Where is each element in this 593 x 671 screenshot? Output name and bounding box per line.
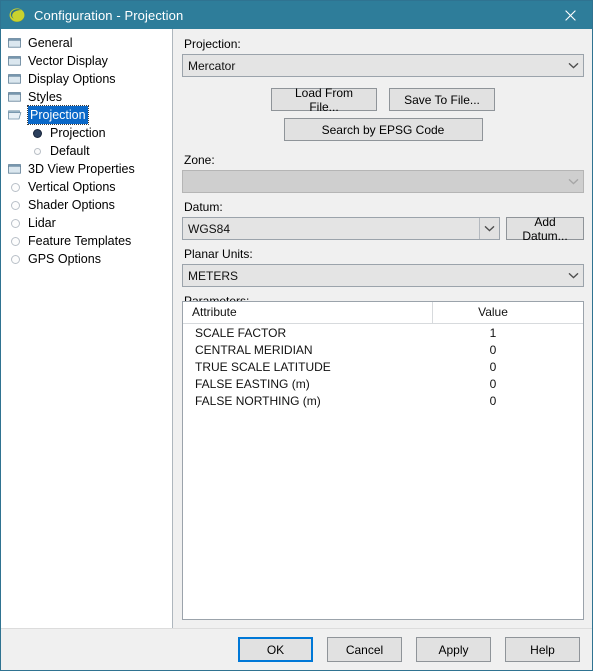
sidebar-item-lidar[interactable]: Lidar bbox=[1, 214, 172, 232]
title-bar: Configuration - Projection bbox=[1, 1, 592, 29]
chevron-down-icon bbox=[564, 171, 583, 192]
sidebar-item-label: Shader Options bbox=[28, 198, 115, 212]
sidebar-item-label: 3D View Properties bbox=[28, 162, 135, 176]
load-from-file-button[interactable]: Load From File... bbox=[271, 86, 377, 114]
zone-select[interactable] bbox=[182, 170, 584, 193]
settings-tree[interactable]: General Vector Display Display Options S… bbox=[1, 29, 173, 628]
folder-icon bbox=[7, 71, 23, 87]
circle-icon bbox=[7, 179, 23, 195]
sidebar-item-label: Display Options bbox=[28, 72, 116, 86]
folder-icon bbox=[7, 35, 23, 51]
planar-units-select[interactable]: METERS bbox=[182, 264, 584, 287]
sidebar-item-feature-templates[interactable]: Feature Templates bbox=[1, 232, 172, 250]
chevron-down-icon bbox=[564, 55, 583, 76]
sidebar-item-styles[interactable]: Styles bbox=[1, 88, 172, 106]
datum-label: Datum: bbox=[184, 200, 223, 214]
save-to-file-button[interactable]: Save To File... bbox=[389, 88, 495, 111]
planar-units-label: Planar Units: bbox=[184, 247, 253, 261]
cell-value: 0 bbox=[489, 393, 497, 408]
table-row[interactable]: FALSE EASTING (m) 0 bbox=[183, 375, 583, 392]
column-header-attribute[interactable]: Attribute bbox=[183, 302, 433, 323]
sidebar-item-vector-display[interactable]: Vector Display bbox=[1, 52, 172, 70]
globe-icon bbox=[8, 6, 26, 24]
table-row[interactable]: TRUE SCALE LATITUDE 0 bbox=[183, 358, 583, 375]
dialog-footer: OK Cancel Apply Help bbox=[1, 628, 592, 670]
zone-label: Zone: bbox=[184, 153, 215, 167]
table-row[interactable]: SCALE FACTOR 1 bbox=[183, 324, 583, 341]
folder-icon bbox=[7, 89, 23, 105]
cell-value: 1 bbox=[489, 325, 497, 340]
circle-icon bbox=[7, 251, 23, 267]
cell-attribute: CENTRAL MERIDIAN bbox=[195, 342, 313, 357]
cell-value: 0 bbox=[489, 342, 497, 357]
cell-attribute: TRUE SCALE LATITUDE bbox=[195, 359, 331, 374]
sidebar-item-gps-options[interactable]: GPS Options bbox=[1, 250, 172, 268]
datum-value: WGS84 bbox=[188, 221, 231, 236]
folder-open-icon bbox=[7, 107, 23, 123]
circle-icon bbox=[7, 215, 23, 231]
sidebar-item-label: Feature Templates bbox=[28, 234, 132, 248]
window-title: Configuration - Projection bbox=[34, 7, 184, 23]
sidebar-item-label: Projection bbox=[50, 126, 106, 140]
sidebar-item-label: Default bbox=[50, 144, 90, 158]
sidebar-item-vertical-options[interactable]: Vertical Options bbox=[1, 178, 172, 196]
circle-icon bbox=[7, 197, 23, 213]
folder-icon bbox=[7, 161, 23, 177]
sidebar-item-general[interactable]: General bbox=[1, 34, 172, 52]
radio-unselected-icon bbox=[29, 143, 45, 159]
cancel-button[interactable]: Cancel bbox=[327, 637, 402, 662]
projection-value: Mercator bbox=[188, 58, 236, 73]
dialog-content: General Vector Display Display Options S… bbox=[1, 29, 592, 628]
help-button[interactable]: Help bbox=[505, 637, 580, 662]
cell-value: 0 bbox=[489, 359, 497, 374]
folder-icon bbox=[7, 53, 23, 69]
chevron-down-icon bbox=[479, 218, 499, 239]
sidebar-item-label: Projection bbox=[27, 105, 89, 125]
sidebar-item-3d-view-properties[interactable]: 3D View Properties bbox=[1, 160, 172, 178]
planar-units-value: METERS bbox=[188, 268, 239, 283]
ok-button[interactable]: OK bbox=[238, 637, 313, 662]
datum-select[interactable]: WGS84 bbox=[182, 217, 500, 240]
sidebar-item-shader-options[interactable]: Shader Options bbox=[1, 196, 172, 214]
radio-selected-icon bbox=[29, 125, 45, 141]
column-header-value[interactable]: Value bbox=[433, 302, 583, 323]
sidebar-item-label: Vertical Options bbox=[28, 180, 116, 194]
cell-attribute: SCALE FACTOR bbox=[195, 325, 287, 340]
sidebar-item-projection[interactable]: Projection bbox=[1, 105, 172, 125]
sidebar-item-label: General bbox=[28, 36, 73, 50]
add-datum-button[interactable]: Add Datum... bbox=[506, 215, 584, 243]
sidebar-item-label: Lidar bbox=[28, 216, 56, 230]
sidebar-item-label: Styles bbox=[28, 90, 63, 104]
file-buttons-row: Load From File... Save To File... bbox=[182, 86, 584, 114]
cell-value: 0 bbox=[489, 376, 497, 391]
cell-attribute: FALSE NORTHING (m) bbox=[195, 393, 321, 408]
close-icon[interactable] bbox=[548, 1, 592, 29]
cell-attribute: FALSE EASTING (m) bbox=[195, 376, 310, 391]
configuration-dialog: Configuration - Projection General Vecto… bbox=[0, 0, 593, 671]
sidebar-item-label: Vector Display bbox=[28, 54, 108, 68]
sidebar-item-projection-child[interactable]: Projection bbox=[1, 124, 172, 142]
datum-row: WGS84 Add Datum... bbox=[182, 215, 584, 243]
sidebar-item-default[interactable]: Default bbox=[1, 142, 172, 160]
projection-label: Projection: bbox=[184, 37, 241, 51]
search-by-epsg-code-button[interactable]: Search by EPSG Code bbox=[283, 118, 483, 141]
table-row[interactable]: CENTRAL MERIDIAN 0 bbox=[183, 341, 583, 358]
projection-settings-panel: Projection: Mercator Load From File... S… bbox=[173, 29, 592, 628]
circle-icon bbox=[7, 233, 23, 249]
titlebar-buttons bbox=[548, 1, 592, 29]
sidebar-item-label: GPS Options bbox=[28, 252, 101, 266]
apply-button[interactable]: Apply bbox=[416, 637, 491, 662]
projection-select[interactable]: Mercator bbox=[182, 54, 584, 77]
table-header: Attribute Value bbox=[183, 302, 583, 324]
chevron-down-icon bbox=[564, 265, 583, 286]
parameters-table[interactable]: Attribute Value SCALE FACTOR 1 CENTRAL M… bbox=[182, 301, 584, 620]
sidebar-item-display-options[interactable]: Display Options bbox=[1, 70, 172, 88]
table-row[interactable]: FALSE NORTHING (m) 0 bbox=[183, 392, 583, 409]
